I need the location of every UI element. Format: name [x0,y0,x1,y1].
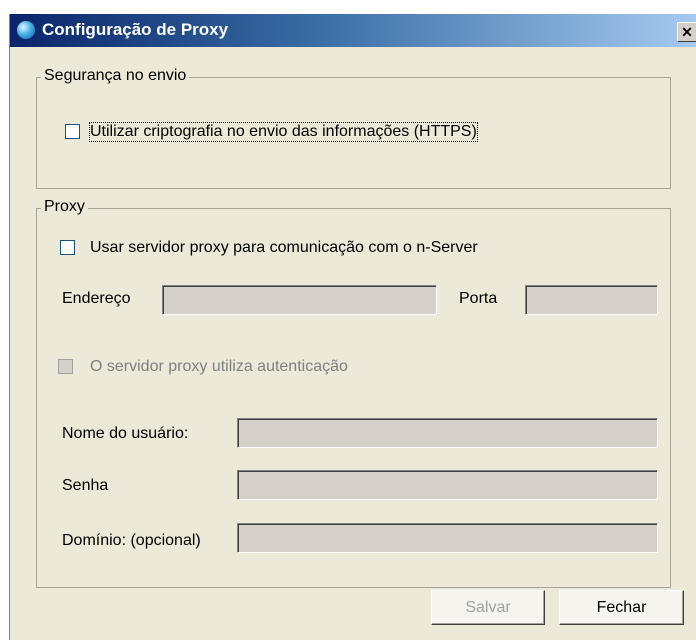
address-label: Endereço [62,290,131,307]
title-bar[interactable]: Configuração de Proxy ✕ [10,14,696,47]
address-field[interactable] [162,285,437,315]
use-proxy-checkbox[interactable] [60,240,75,255]
use-proxy-checkbox-label[interactable]: Usar servidor proxy para comunicação com… [90,239,478,257]
window-title: Configuração de Proxy [42,20,229,39]
https-checkbox[interactable] [65,124,80,139]
proxy-auth-checkbox-label[interactable]: O servidor proxy utiliza autenticação [90,358,348,376]
proxy-config-dialog: Configuração de Proxy ✕ Segurança no env… [9,14,696,640]
close-icon[interactable]: ✕ [677,22,696,42]
security-group-legend: Segurança no envio [41,67,190,85]
proxy-auth-checkbox[interactable] [58,359,73,374]
password-label: Senha [62,477,109,494]
port-label: Porta [459,290,498,307]
save-button[interactable]: Salvar [431,590,545,625]
https-checkbox-label[interactable]: Utilizar criptografia no envio das infor… [89,122,478,142]
close-button[interactable]: Fechar [559,590,684,625]
domain-label: Domínio: (opcional) [62,532,201,549]
username-field[interactable] [237,418,658,448]
password-field[interactable] [237,470,658,500]
domain-field[interactable] [237,523,658,553]
username-label: Nome do usuário: [62,425,189,442]
port-field[interactable] [525,285,658,315]
app-globe-icon [17,21,35,39]
proxy-group-legend: Proxy [41,198,88,216]
